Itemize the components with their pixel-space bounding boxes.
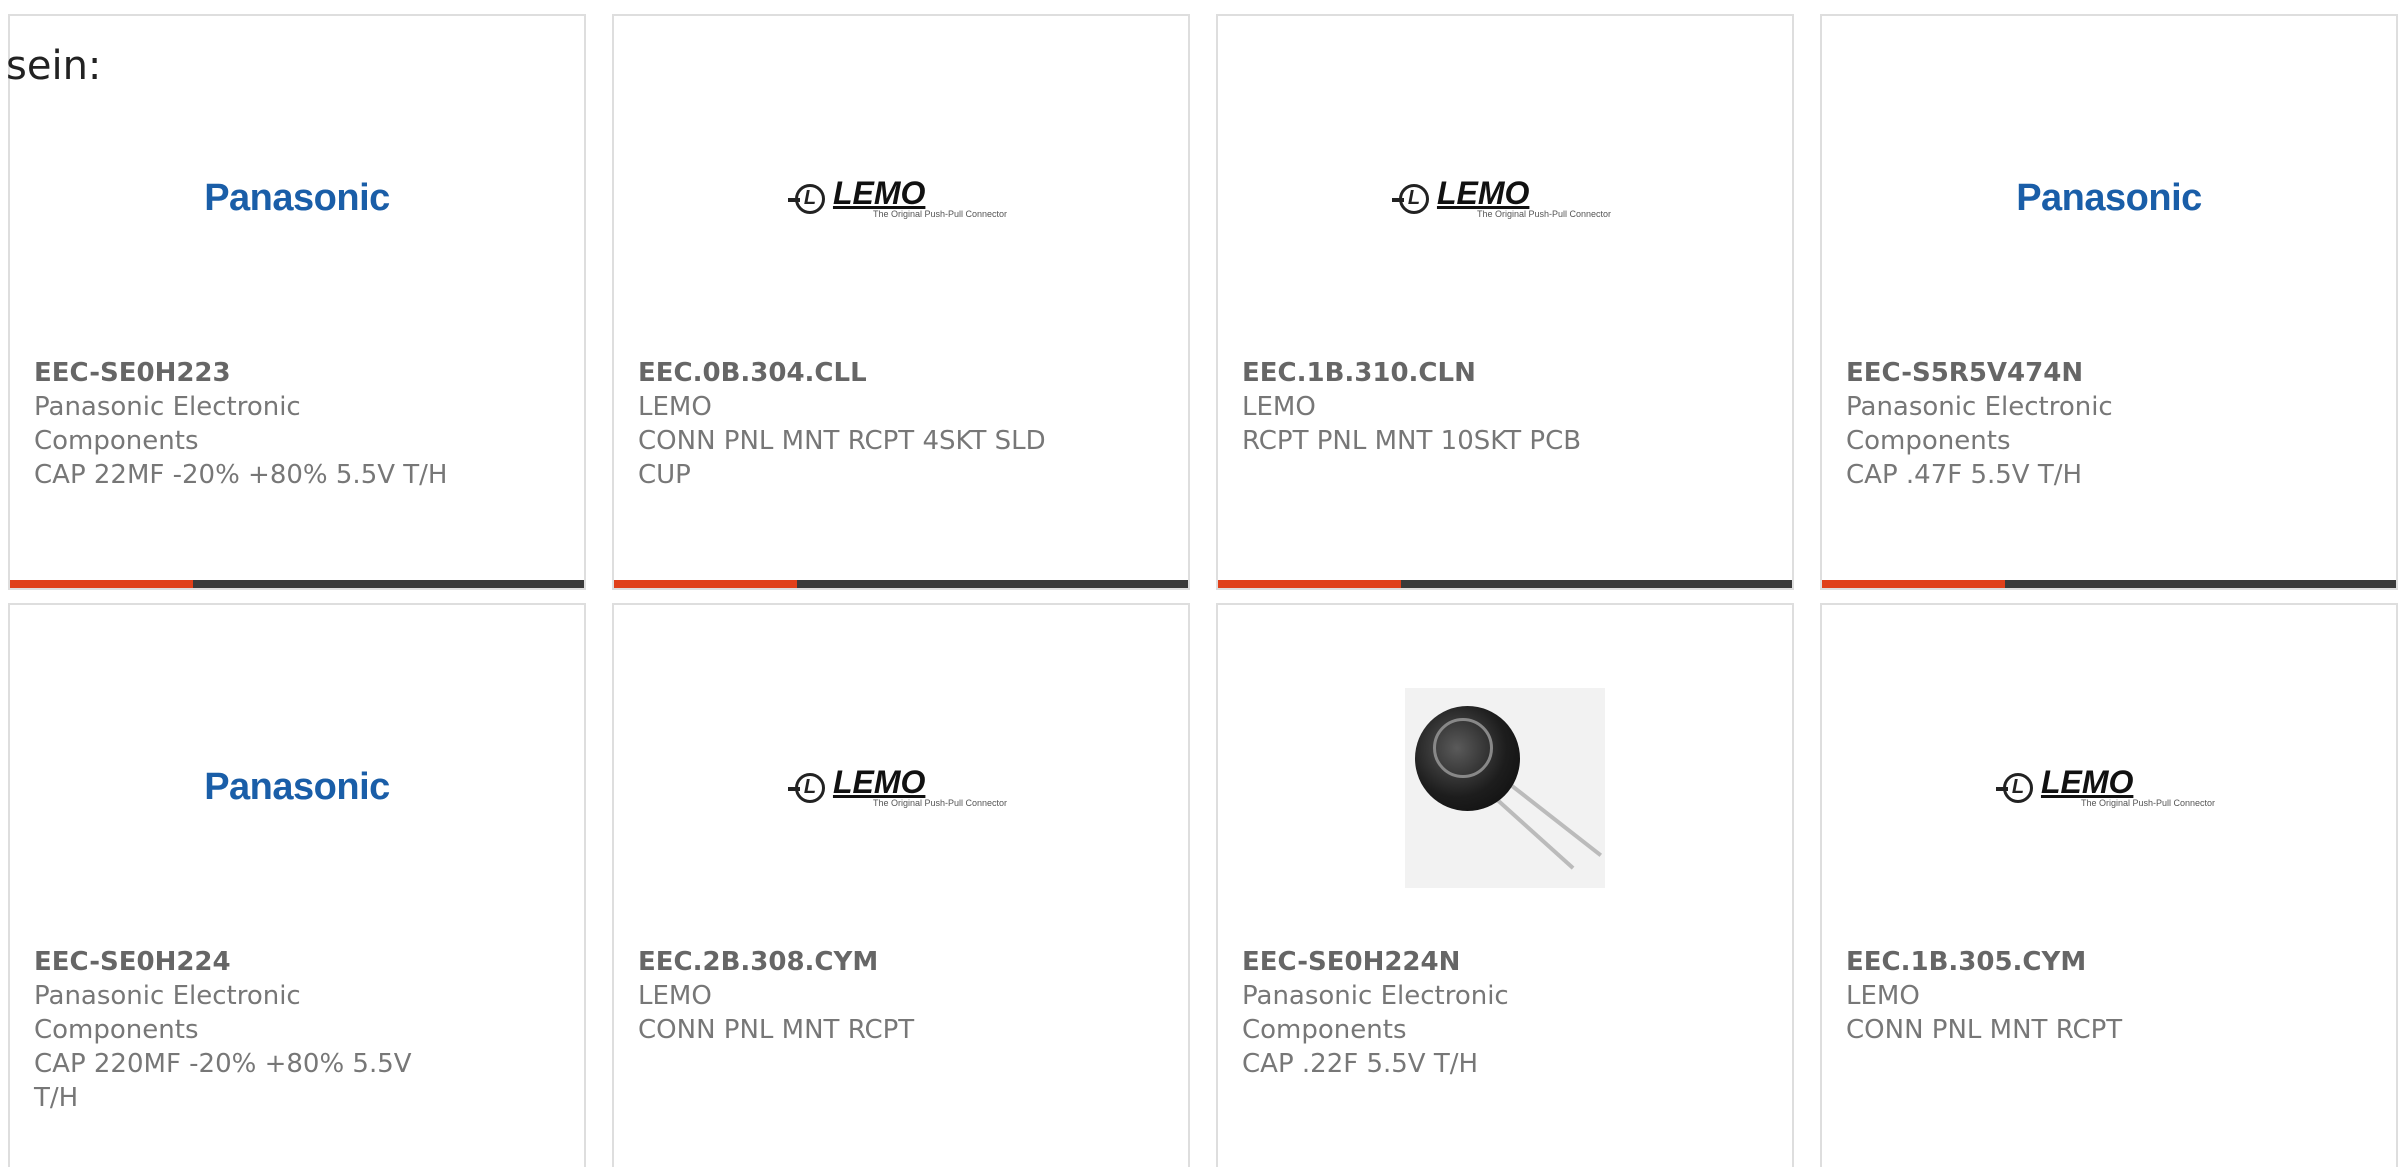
product-info: EEC-S5R5V474N Panasonic Electronic Compo… bbox=[1846, 356, 2276, 492]
product-description: RCPT PNL MNT 10SKT PCB bbox=[1242, 426, 1582, 456]
part-number-link[interactable]: EEC-SE0H224N bbox=[1242, 945, 1672, 979]
capacitor-photo bbox=[1405, 687, 1605, 888]
lemo-wordmark: LEMO bbox=[832, 763, 926, 800]
manufacturer-name: Panasonic Electronic Components bbox=[1846, 392, 2113, 456]
lemo-logo: L LEMO The Original Push-Pull Connector bbox=[787, 763, 1008, 809]
part-number-link[interactable]: EEC.2B.308.CYM bbox=[638, 945, 1068, 979]
manufacturer-logo: L LEMO The Original Push-Pull Connector bbox=[614, 81, 1188, 316]
product-card[interactable]: L LEMO The Original Push-Pull Connector … bbox=[1216, 14, 1794, 590]
product-description: CAP .22F 5.5V T/H bbox=[1242, 1049, 1479, 1079]
product-info: EEC-SE0H223 Panasonic Electronic Compone… bbox=[34, 356, 464, 492]
product-description: CONN PNL MNT RCPT bbox=[1846, 1015, 2123, 1045]
product-image bbox=[1218, 670, 1792, 905]
lemo-emblem-icon: L bbox=[1995, 772, 2033, 803]
manufacturer-name: LEMO bbox=[1242, 392, 1316, 422]
part-number-link[interactable]: EEC-SE0H224 bbox=[34, 945, 464, 979]
manufacturer-name: LEMO bbox=[638, 392, 712, 422]
manufacturer-name: LEMO bbox=[638, 981, 712, 1011]
part-number-link[interactable]: EEC-SE0H223 bbox=[34, 356, 464, 390]
lemo-tagline: The Original Push-Pull Connector bbox=[1476, 208, 1612, 219]
lemo-tagline: The Original Push-Pull Connector bbox=[2080, 797, 2216, 808]
product-card[interactable]: L LEMO The Original Push-Pull Connector … bbox=[1820, 603, 2398, 1167]
product-card[interactable]: Panasonic EEC-SE0H224 Panasonic Electron… bbox=[8, 603, 586, 1167]
manufacturer-logo: Panasonic bbox=[10, 81, 584, 316]
manufacturer-name: Panasonic Electronic Components bbox=[34, 981, 301, 1045]
lemo-emblem-icon: L bbox=[1391, 183, 1429, 214]
panasonic-logo: Panasonic bbox=[204, 766, 390, 808]
manufacturer-logo: Panasonic bbox=[10, 670, 584, 905]
product-info: EEC-SE0H224N Panasonic Electronic Compon… bbox=[1242, 945, 1672, 1081]
page: sein: Panasonic EEC-SE0H223 Panasonic El… bbox=[0, 0, 2400, 1167]
product-description: CAP 22MF -20% +80% 5.5V T/H bbox=[34, 460, 448, 490]
part-number-link[interactable]: EEC-S5R5V474N bbox=[1846, 356, 2276, 390]
manufacturer-name: LEMO bbox=[1846, 981, 1920, 1011]
panasonic-logo: Panasonic bbox=[2016, 177, 2202, 219]
card-bottom-bar bbox=[10, 580, 584, 588]
lemo-tagline: The Original Push-Pull Connector bbox=[872, 797, 1008, 808]
card-bottom-bar bbox=[614, 580, 1188, 588]
card-accent-bar bbox=[1218, 580, 1401, 588]
part-number-link[interactable]: EEC.1B.305.CYM bbox=[1846, 945, 2276, 979]
manufacturer-logo: L LEMO The Original Push-Pull Connector bbox=[1218, 81, 1792, 316]
product-info: EEC.1B.305.CYM LEMO CONN PNL MNT RCPT bbox=[1846, 945, 2276, 1047]
product-card[interactable]: L LEMO The Original Push-Pull Connector … bbox=[612, 14, 1190, 590]
lemo-emblem-icon: L bbox=[787, 772, 825, 803]
card-bottom-bar bbox=[1218, 580, 1792, 588]
lemo-tagline: The Original Push-Pull Connector bbox=[872, 208, 1008, 219]
part-number-link[interactable]: EEC.0B.304.CLL bbox=[638, 356, 1068, 390]
product-info: EEC.1B.310.CLN LEMO RCPT PNL MNT 10SKT P… bbox=[1242, 356, 1672, 458]
product-card[interactable]: L LEMO The Original Push-Pull Connector … bbox=[612, 603, 1190, 1167]
product-info: EEC.2B.308.CYM LEMO CONN PNL MNT RCPT bbox=[638, 945, 1068, 1047]
product-info: EEC-SE0H224 Panasonic Electronic Compone… bbox=[34, 945, 464, 1115]
lemo-logo: L LEMO The Original Push-Pull Connector bbox=[787, 174, 1008, 220]
product-info: EEC.0B.304.CLL LEMO CONN PNL MNT RCPT 4S… bbox=[638, 356, 1068, 492]
lemo-wordmark: LEMO bbox=[832, 174, 926, 211]
manufacturer-name: Panasonic Electronic Components bbox=[34, 392, 301, 456]
product-description: CONN PNL MNT RCPT 4SKT SLD CUP bbox=[638, 426, 1046, 490]
card-accent-bar bbox=[1822, 580, 2005, 588]
panasonic-logo: Panasonic bbox=[204, 177, 390, 219]
lemo-emblem-icon: L bbox=[787, 183, 825, 214]
manufacturer-logo: L LEMO The Original Push-Pull Connector bbox=[1822, 670, 2396, 905]
lemo-wordmark: LEMO bbox=[1436, 174, 1530, 211]
manufacturer-logo: L LEMO The Original Push-Pull Connector bbox=[614, 670, 1188, 905]
product-description: CONN PNL MNT RCPT bbox=[638, 1015, 915, 1045]
part-number-link[interactable]: EEC.1B.310.CLN bbox=[1242, 356, 1672, 390]
card-accent-bar bbox=[10, 580, 193, 588]
page-label: sein: bbox=[6, 43, 102, 89]
product-description: CAP 220MF -20% +80% 5.5V T/H bbox=[34, 1049, 412, 1113]
product-card[interactable]: EEC-SE0H224N Panasonic Electronic Compon… bbox=[1216, 603, 1794, 1167]
lemo-logo: L LEMO The Original Push-Pull Connector bbox=[1995, 763, 2216, 809]
card-accent-bar bbox=[614, 580, 797, 588]
lemo-logo: L LEMO The Original Push-Pull Connector bbox=[1391, 174, 1612, 220]
lemo-wordmark: LEMO bbox=[2040, 763, 2134, 800]
manufacturer-logo: Panasonic bbox=[1822, 81, 2396, 316]
product-description: CAP .47F 5.5V T/H bbox=[1846, 460, 2083, 490]
product-card[interactable]: Panasonic EEC-S5R5V474N Panasonic Electr… bbox=[1820, 14, 2398, 590]
product-card[interactable]: Panasonic EEC-SE0H223 Panasonic Electron… bbox=[8, 14, 586, 590]
product-grid: Panasonic EEC-SE0H223 Panasonic Electron… bbox=[0, 0, 2400, 1167]
card-bottom-bar bbox=[1822, 580, 2396, 588]
manufacturer-name: Panasonic Electronic Components bbox=[1242, 981, 1509, 1045]
